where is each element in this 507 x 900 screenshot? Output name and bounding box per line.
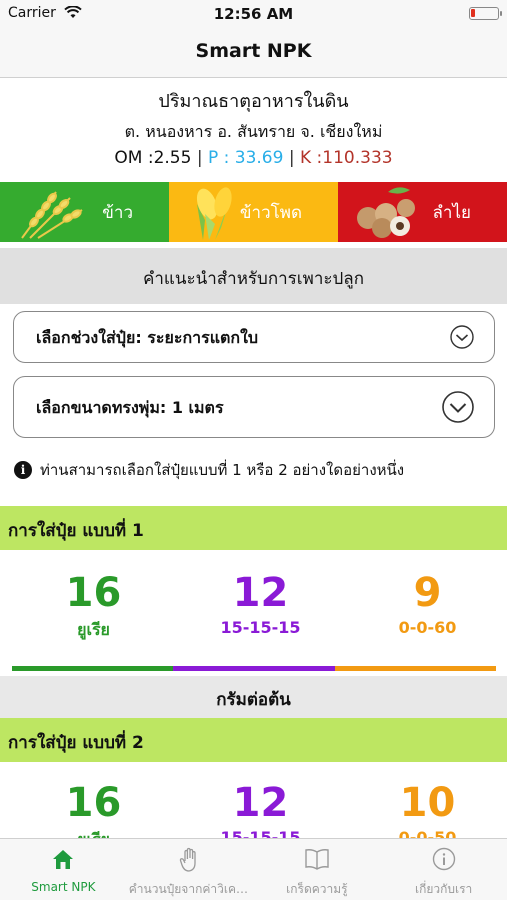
fertilizer-amount: 16 xyxy=(65,570,122,616)
chevron-down-icon xyxy=(450,325,474,349)
om-value: OM :2.55 xyxy=(114,148,192,168)
plan-1-color-bar xyxy=(12,666,496,671)
k-value: K :110.333 xyxy=(300,148,393,168)
fertilizer-amount: 12 xyxy=(232,780,289,826)
info-icon xyxy=(432,847,455,871)
status-bar: Carrier 12:56 AM xyxy=(0,0,507,26)
fertilizer-name: ยูเรีย xyxy=(77,620,110,639)
crop-selector: ข้าว ข้าวโพด ลำไย xyxy=(0,182,507,242)
nutrient-values: OM :2.55 | P : 33.69 | K :110.333 xyxy=(0,148,507,168)
chevron-down-icon xyxy=(442,391,474,423)
fertilizer-value-0-0-60: 9 0-0-60 xyxy=(343,570,507,637)
tab-label: เกร็ดความรู้ xyxy=(286,882,348,896)
corn-icon xyxy=(196,187,232,240)
fertilizer-value-0-0-50: 10 0-0-50 xyxy=(343,780,507,847)
fertilizer-value-15-15-15: 12 15-15-15 xyxy=(176,570,345,637)
soil-location: ต. หนองหาร อ. สันทราย จ. เชียงใหม่ xyxy=(124,122,383,141)
crop-tab-corn[interactable]: ข้าวโพด xyxy=(169,182,338,242)
tab-label: เกี่ยวกับเรา xyxy=(414,882,473,896)
tab-label: Smart NPK xyxy=(31,880,96,894)
fertilizer-stage-dropdown[interactable]: เลือกช่วงใส่ปุ๋ย: ระยะการแตกใบ xyxy=(13,311,495,363)
plan-2-header: การใส่ปุ๋ย แบบที่ 2 xyxy=(0,718,507,762)
fertilizer-value-15-15-15: 12 15-15-15 xyxy=(176,780,345,847)
crop-tab-label: ลำไย xyxy=(432,202,471,223)
color-segment xyxy=(334,666,496,671)
info-text: ท่านสามารถเลือกใส่ปุ๋ยแบบที่ 1 หรือ 2 อย… xyxy=(40,461,405,479)
p-value: P : 33.69 xyxy=(207,148,284,168)
separator: | xyxy=(288,148,295,168)
color-segment xyxy=(12,666,174,671)
fertilizer-name: 15-15-15 xyxy=(220,618,301,637)
fertilizer-amount: 10 xyxy=(399,780,456,826)
recommendation-header: คำแนะนำสำหรับการเพาะปลูก xyxy=(0,248,507,304)
dropdown-label: เลือกขนาดทรงพุ่ม: 1 เมตร xyxy=(36,398,224,417)
crop-tab-rice[interactable]: ข้าว xyxy=(0,182,169,242)
fertilizer-amount: 9 xyxy=(413,570,442,616)
plan-1-header: การใส่ปุ๋ย แบบที่ 1 xyxy=(0,506,507,550)
soil-nutrient-title: ปริมาณธาตุอาหารในดิน xyxy=(158,91,349,112)
page-title: Smart NPK xyxy=(195,40,312,62)
info-note: i ท่านสามารถเลือกใส่ปุ๋ยแบบที่ 1 หรือ 2 … xyxy=(14,458,494,482)
home-icon xyxy=(53,850,74,869)
dropdown-label: เลือกช่วงใส่ปุ๋ย: ระยะการแตกใบ xyxy=(36,328,259,347)
crop-tab-label: ข้าวโพด xyxy=(239,202,302,223)
canopy-size-dropdown[interactable]: เลือกขนาดทรงพุ่ม: 1 เมตร xyxy=(13,376,495,438)
book-icon xyxy=(305,849,329,870)
tab-knowledge[interactable]: เกร็ดความรู้ xyxy=(254,839,381,900)
color-segment xyxy=(173,666,335,671)
crop-tab-label: ข้าว xyxy=(102,202,133,223)
fertilizer-name: 0-0-60 xyxy=(398,618,457,637)
separator: | xyxy=(196,148,203,168)
hand-icon xyxy=(179,847,196,872)
tab-about-us[interactable]: เกี่ยวกับเรา xyxy=(380,839,507,900)
info-icon: i xyxy=(14,461,32,479)
tab-smart-npk[interactable]: Smart NPK xyxy=(0,839,127,900)
tab-label: คำนวนปุ๋ยจากค่าวิเคร... xyxy=(128,882,254,896)
rice-icon xyxy=(21,191,83,239)
tab-bar: Smart NPK คำนวนปุ๋ยจากค่าวิเคร... เกร็ดค… xyxy=(0,838,507,900)
crop-tab-longan[interactable]: ลำไย xyxy=(338,182,507,242)
fertilizer-amount: 12 xyxy=(232,570,289,616)
longan-icon xyxy=(357,187,415,238)
fertilizer-value-urea: 16 ยูเรีย xyxy=(9,570,178,643)
navigation-bar: Smart NPK xyxy=(0,26,507,78)
status-time: 12:56 AM xyxy=(213,5,294,23)
fertilizer-amount: 16 xyxy=(65,780,122,826)
battery-icon xyxy=(469,7,502,20)
unit-label: กรัมต่อต้น xyxy=(0,676,507,718)
tab-calculate-fertilizer[interactable]: คำนวนปุ๋ยจากค่าวิเคร... xyxy=(127,839,254,900)
